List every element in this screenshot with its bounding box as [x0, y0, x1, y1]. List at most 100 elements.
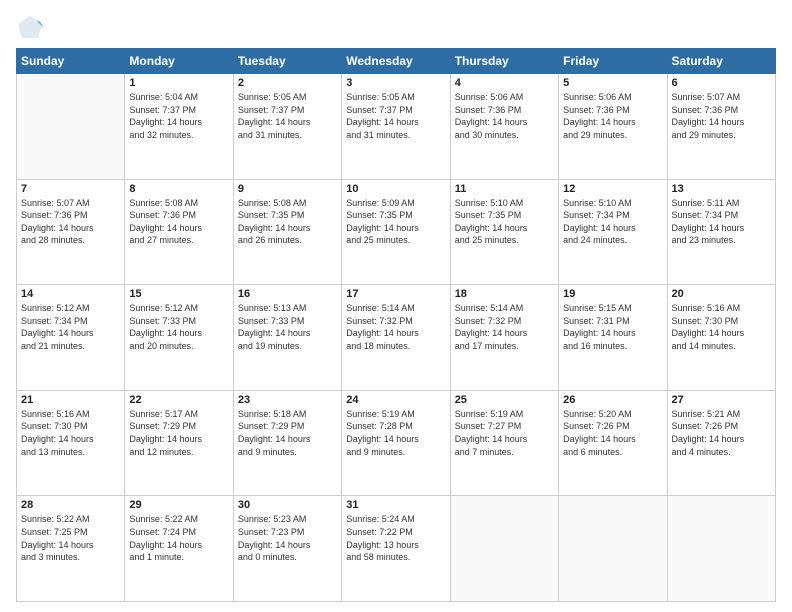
day-number: 20	[672, 288, 771, 300]
calendar-table: SundayMondayTuesdayWednesdayThursdayFrid…	[16, 48, 776, 602]
calendar-cell: 11Sunrise: 5:10 AMSunset: 7:35 PMDayligh…	[450, 179, 558, 285]
calendar-cell: 28 Sunrise: 5:22 AMSunset: 7:25 PMDayligh…	[17, 496, 125, 602]
calendar-cell: 29 Sunrise: 5:22 AMSunset: 7:24 PMDayligh…	[125, 496, 233, 602]
day-number: 28	[21, 499, 120, 511]
calendar-cell: 19Sunrise: 5:15 AMSunset: 7:31 PMDayligh…	[559, 285, 667, 391]
logo-icon	[16, 14, 44, 42]
day-info: Sunrise: 5:07 AMSunset: 7:36 PMDaylight:…	[21, 197, 120, 247]
calendar-cell: 31 Sunrise: 5:24 AMSunset: 7:22 PMDayligh…	[342, 496, 450, 602]
calendar-cell: 21 Sunrise: 5:16 AMSunset: 7:30 PMDayligh…	[17, 390, 125, 496]
day-number: 13	[672, 183, 771, 195]
day-info: Sunrise: 5:12 AMSunset: 7:34 PMDaylight:…	[21, 302, 120, 352]
calendar-cell: 15 Sunrise: 5:12 AMSunset: 7:33 PMDayligh…	[125, 285, 233, 391]
day-number: 22	[129, 394, 228, 406]
calendar-cell: 9 Sunrise: 5:08 AMSunset: 7:35 PMDaylight…	[233, 179, 341, 285]
calendar-cell: 16 Sunrise: 5:13 AMSunset: 7:33 PMDayligh…	[233, 285, 341, 391]
day-number: 12	[563, 183, 662, 195]
day-info: Sunrise: 5:12 AMSunset: 7:33 PMDaylight:…	[129, 302, 228, 352]
calendar-cell	[450, 496, 558, 602]
day-info: Sunrise: 5:22 AMSunset: 7:24 PMDaylight:…	[129, 513, 228, 563]
day-info: Sunrise: 5:10 AMSunset: 7:34 PMDaylight:…	[563, 197, 662, 247]
day-number: 15	[129, 288, 228, 300]
day-number: 18	[455, 288, 554, 300]
week-row-4: 21 Sunrise: 5:16 AMSunset: 7:30 PMDayligh…	[17, 390, 776, 496]
day-info: Sunrise: 5:17 AMSunset: 7:29 PMDaylight:…	[129, 408, 228, 458]
day-info: Sunrise: 5:05 AMSunset: 7:37 PMDaylight:…	[346, 91, 445, 141]
day-info: Sunrise: 5:20 AMSunset: 7:26 PMDaylight:…	[563, 408, 662, 458]
calendar-cell: 1 Sunrise: 5:04 AMSunset: 7:37 PMDaylight…	[125, 74, 233, 180]
day-number: 17	[346, 288, 445, 300]
day-info: Sunrise: 5:14 AMSunset: 7:32 PMDaylight:…	[346, 302, 445, 352]
day-info: Sunrise: 5:21 AMSunset: 7:26 PMDaylight:…	[672, 408, 771, 458]
calendar-cell: 26 Sunrise: 5:20 AMSunset: 7:26 PMDayligh…	[559, 390, 667, 496]
day-info: Sunrise: 5:13 AMSunset: 7:33 PMDaylight:…	[238, 302, 337, 352]
calendar-cell: 10Sunrise: 5:09 AMSunset: 7:35 PMDayligh…	[342, 179, 450, 285]
day-number: 24	[346, 394, 445, 406]
calendar-cell: 22 Sunrise: 5:17 AMSunset: 7:29 PMDayligh…	[125, 390, 233, 496]
day-info: Sunrise: 5:24 AMSunset: 7:22 PMDaylight:…	[346, 513, 445, 563]
weekday-header-thursday: Thursday	[450, 49, 558, 74]
day-info: Sunrise: 5:08 AMSunset: 7:36 PMDaylight:…	[129, 197, 228, 247]
day-number: 23	[238, 394, 337, 406]
day-info: Sunrise: 5:23 AMSunset: 7:23 PMDaylight:…	[238, 513, 337, 563]
day-number: 7	[21, 183, 120, 195]
week-row-1: 1 Sunrise: 5:04 AMSunset: 7:37 PMDaylight…	[17, 74, 776, 180]
day-info: Sunrise: 5:11 AMSunset: 7:34 PMDaylight:…	[672, 197, 771, 247]
day-number: 26	[563, 394, 662, 406]
day-info: Sunrise: 5:16 AMSunset: 7:30 PMDaylight:…	[21, 408, 120, 458]
calendar-cell: 17 Sunrise: 5:14 AMSunset: 7:32 PMDayligh…	[342, 285, 450, 391]
weekday-header-wednesday: Wednesday	[342, 49, 450, 74]
day-number: 16	[238, 288, 337, 300]
day-info: Sunrise: 5:09 AMSunset: 7:35 PMDaylight:…	[346, 197, 445, 247]
calendar-cell: 3 Sunrise: 5:05 AMSunset: 7:37 PMDaylight…	[342, 74, 450, 180]
day-number: 19	[563, 288, 662, 300]
day-info: Sunrise: 5:08 AMSunset: 7:35 PMDaylight:…	[238, 197, 337, 247]
day-info: Sunrise: 5:18 AMSunset: 7:29 PMDaylight:…	[238, 408, 337, 458]
calendar-cell: 13 Sunrise: 5:11 AMSunset: 7:34 PMDayligh…	[667, 179, 775, 285]
calendar-cell: 27 Sunrise: 5:21 AMSunset: 7:26 PMDayligh…	[667, 390, 775, 496]
day-number: 4	[455, 77, 554, 89]
calendar-cell: 5 Sunrise: 5:06 AMSunset: 7:36 PMDaylight…	[559, 74, 667, 180]
calendar-cell: 25 Sunrise: 5:19 AMSunset: 7:27 PMDayligh…	[450, 390, 558, 496]
day-number: 2	[238, 77, 337, 89]
day-number: 6	[672, 77, 771, 89]
day-number: 11	[455, 183, 554, 195]
day-number: 3	[346, 77, 445, 89]
day-number: 31	[346, 499, 445, 511]
day-number: 9	[238, 183, 337, 195]
weekday-header-saturday: Saturday	[667, 49, 775, 74]
day-number: 29	[129, 499, 228, 511]
day-number: 27	[672, 394, 771, 406]
weekday-header-monday: Monday	[125, 49, 233, 74]
calendar-cell: 12 Sunrise: 5:10 AMSunset: 7:34 PMDayligh…	[559, 179, 667, 285]
day-number: 30	[238, 499, 337, 511]
calendar-cell: 23 Sunrise: 5:18 AMSunset: 7:29 PMDayligh…	[233, 390, 341, 496]
week-row-5: 28 Sunrise: 5:22 AMSunset: 7:25 PMDayligh…	[17, 496, 776, 602]
day-info: Sunrise: 5:14 AMSunset: 7:32 PMDaylight:…	[455, 302, 554, 352]
day-number: 21	[21, 394, 120, 406]
day-info: Sunrise: 5:22 AMSunset: 7:25 PMDaylight:…	[21, 513, 120, 563]
day-number: 5	[563, 77, 662, 89]
day-number: 14	[21, 288, 120, 300]
day-info: Sunrise: 5:19 AMSunset: 7:28 PMDaylight:…	[346, 408, 445, 458]
page: SundayMondayTuesdayWednesdayThursdayFrid…	[0, 0, 792, 612]
day-number: 1	[129, 77, 228, 89]
calendar-cell: 8Sunrise: 5:08 AMSunset: 7:36 PMDaylight…	[125, 179, 233, 285]
calendar-cell: 6 Sunrise: 5:07 AMSunset: 7:36 PMDaylight…	[667, 74, 775, 180]
week-row-3: 14 Sunrise: 5:12 AMSunset: 7:34 PMDayligh…	[17, 285, 776, 391]
day-info: Sunrise: 5:07 AMSunset: 7:36 PMDaylight:…	[672, 91, 771, 141]
calendar-cell	[17, 74, 125, 180]
day-info: Sunrise: 5:06 AMSunset: 7:36 PMDaylight:…	[563, 91, 662, 141]
calendar-cell: 30 Sunrise: 5:23 AMSunset: 7:23 PMDayligh…	[233, 496, 341, 602]
day-info: Sunrise: 5:05 AMSunset: 7:37 PMDaylight:…	[238, 91, 337, 141]
weekday-header-friday: Friday	[559, 49, 667, 74]
day-number: 25	[455, 394, 554, 406]
calendar-cell	[667, 496, 775, 602]
calendar-cell: 14 Sunrise: 5:12 AMSunset: 7:34 PMDayligh…	[17, 285, 125, 391]
calendar-cell: 24 Sunrise: 5:19 AMSunset: 7:28 PMDayligh…	[342, 390, 450, 496]
day-info: Sunrise: 5:04 AMSunset: 7:37 PMDaylight:…	[129, 91, 228, 141]
header	[16, 10, 776, 42]
day-info: Sunrise: 5:16 AMSunset: 7:30 PMDaylight:…	[672, 302, 771, 352]
day-info: Sunrise: 5:19 AMSunset: 7:27 PMDaylight:…	[455, 408, 554, 458]
calendar-cell: 18 Sunrise: 5:14 AMSunset: 7:32 PMDayligh…	[450, 285, 558, 391]
